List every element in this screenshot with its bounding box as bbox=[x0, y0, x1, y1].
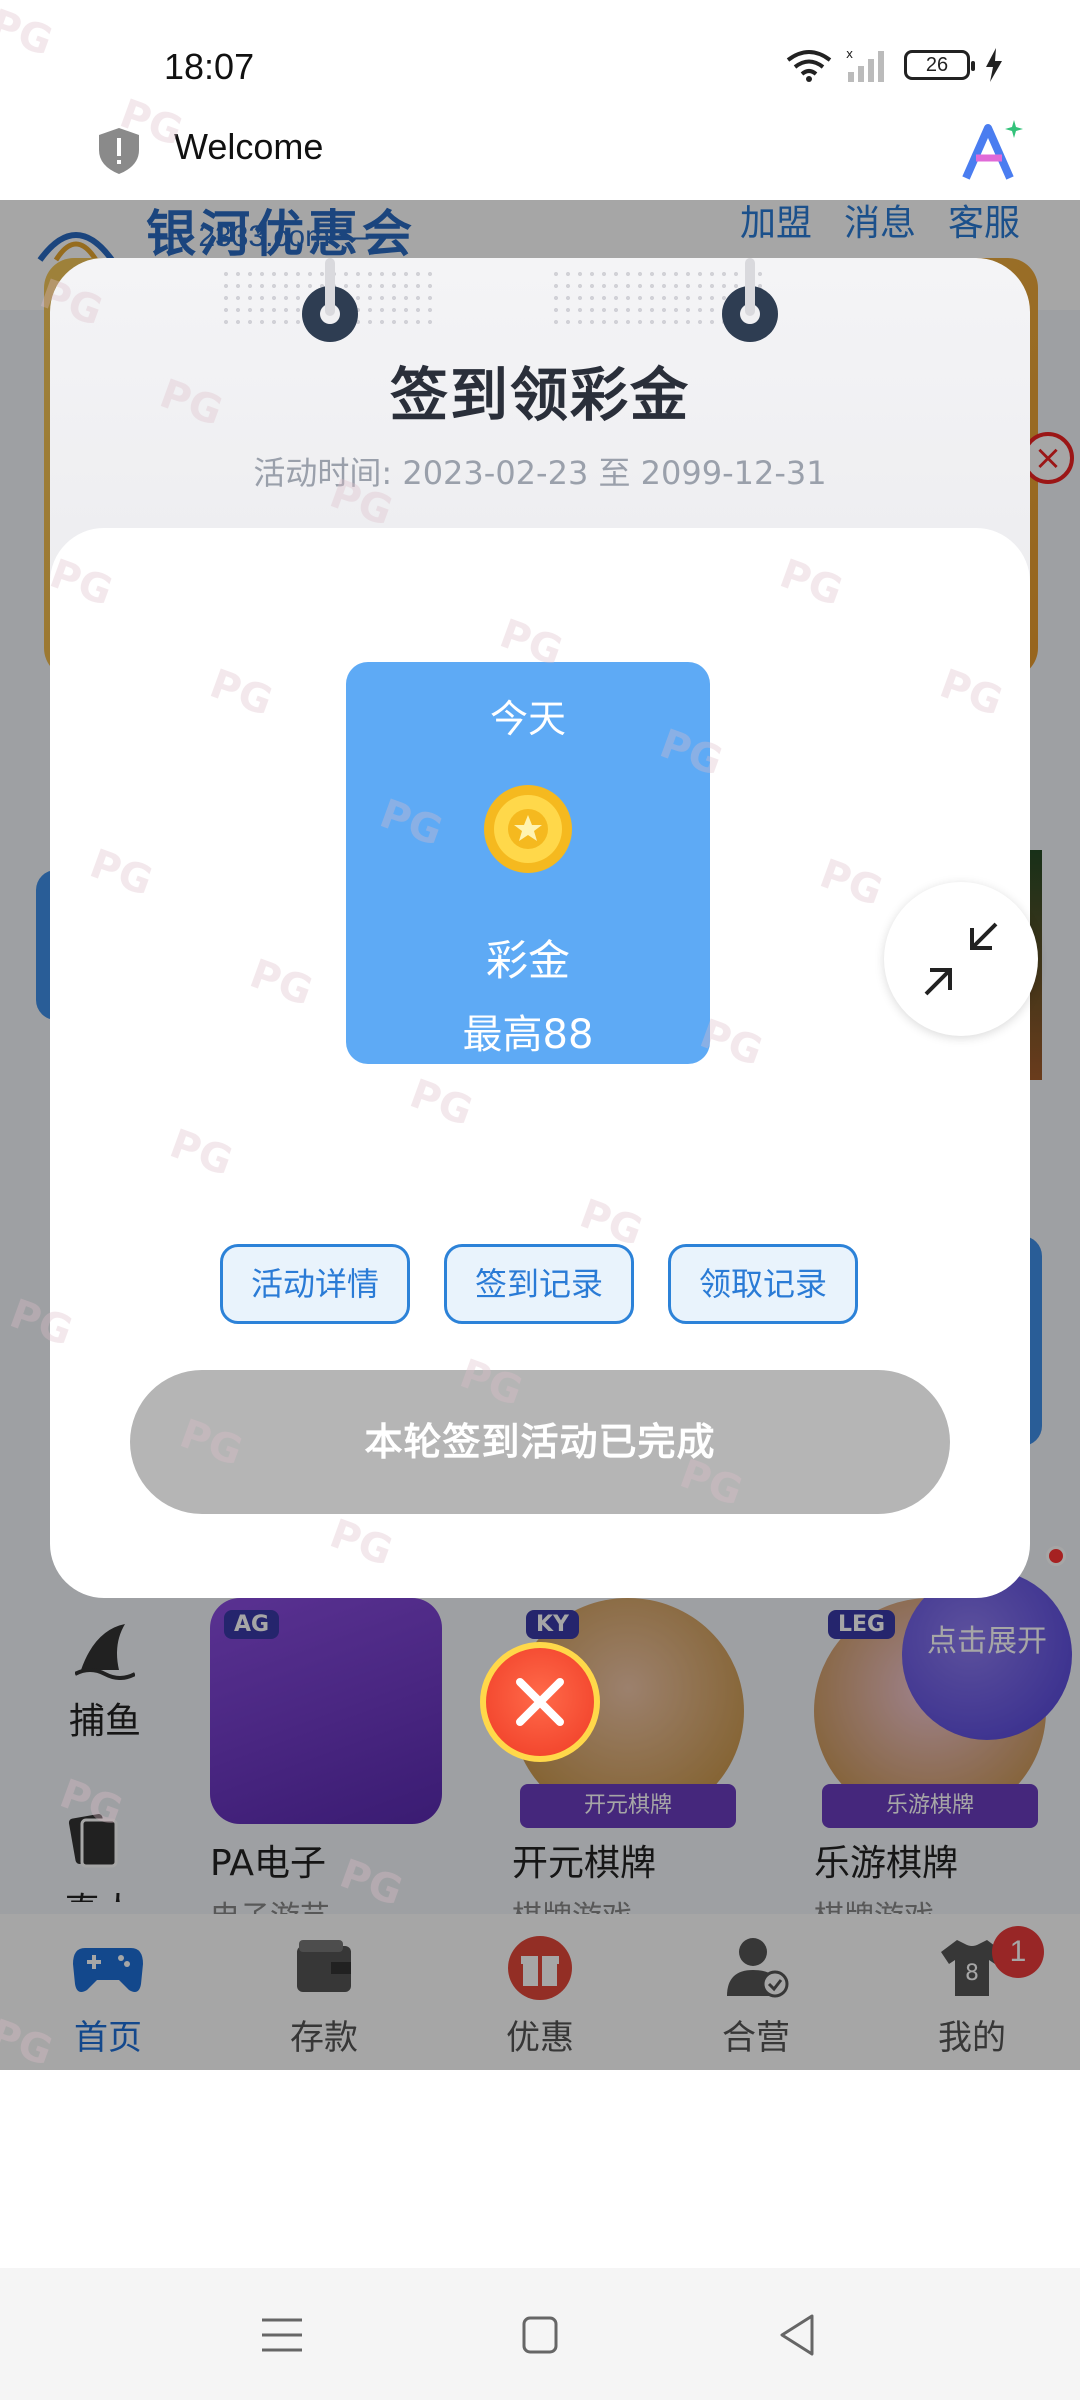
charging-icon bbox=[986, 48, 1002, 82]
shield-icon[interactable] bbox=[96, 126, 142, 176]
binder-ring-icon bbox=[722, 258, 778, 342]
browser-bar: Welcome bbox=[0, 100, 1080, 200]
signal-icon: x bbox=[846, 48, 884, 82]
wifi-icon bbox=[786, 50, 832, 82]
activity-details-button[interactable]: 活动详情 bbox=[220, 1244, 410, 1324]
home-square-icon[interactable] bbox=[510, 2308, 570, 2362]
checkin-modal: 签到领彩金 活动时间: 2023-02-23 至 2099-12-31 今天 彩… bbox=[50, 258, 1030, 1598]
checkin-records-button[interactable]: 签到记录 bbox=[444, 1244, 634, 1324]
reward-label: 彩金 bbox=[485, 936, 570, 985]
day-label: 今天 bbox=[489, 697, 566, 741]
activity-period: 活动时间: 2023-02-23 至 2099-12-31 bbox=[253, 454, 827, 492]
gold-coin-icon bbox=[484, 785, 572, 873]
status-clock: 18:07 bbox=[164, 46, 255, 87]
claim-records-button[interactable]: 领取记录 bbox=[668, 1244, 858, 1324]
modal-close-button[interactable] bbox=[480, 1642, 600, 1762]
modal-title: 签到领彩金 bbox=[389, 361, 690, 429]
browser-title: Welcome bbox=[174, 126, 324, 167]
binder-ring-icon bbox=[302, 258, 358, 342]
minimize-button[interactable] bbox=[884, 882, 1038, 1036]
checkin-complete-button[interactable]: 本轮签到活动已完成 bbox=[130, 1370, 950, 1514]
svg-text:x: x bbox=[846, 48, 853, 61]
back-triangle-icon[interactable] bbox=[768, 2308, 828, 2362]
minimize-arrows-icon bbox=[924, 922, 998, 996]
system-navigation-bar bbox=[0, 2268, 1080, 2400]
close-icon bbox=[516, 1678, 564, 1726]
checkin-day-card[interactable]: 今天 彩金 最高88 bbox=[346, 662, 710, 1064]
ai-assistant-icon[interactable] bbox=[958, 118, 1028, 184]
modal-body: 今天 彩金 最高88 活动详情 签到记录 领取记录 本轮签到活动已完成 bbox=[50, 528, 1030, 1598]
action-buttons: 活动详情 签到记录 领取记录 bbox=[220, 1244, 858, 1324]
status-icons: x 26 bbox=[786, 48, 1004, 82]
battery-indicator: 26 bbox=[904, 50, 975, 80]
reward-max: 最高88 bbox=[462, 1012, 594, 1058]
menu-icon[interactable] bbox=[252, 2308, 312, 2362]
